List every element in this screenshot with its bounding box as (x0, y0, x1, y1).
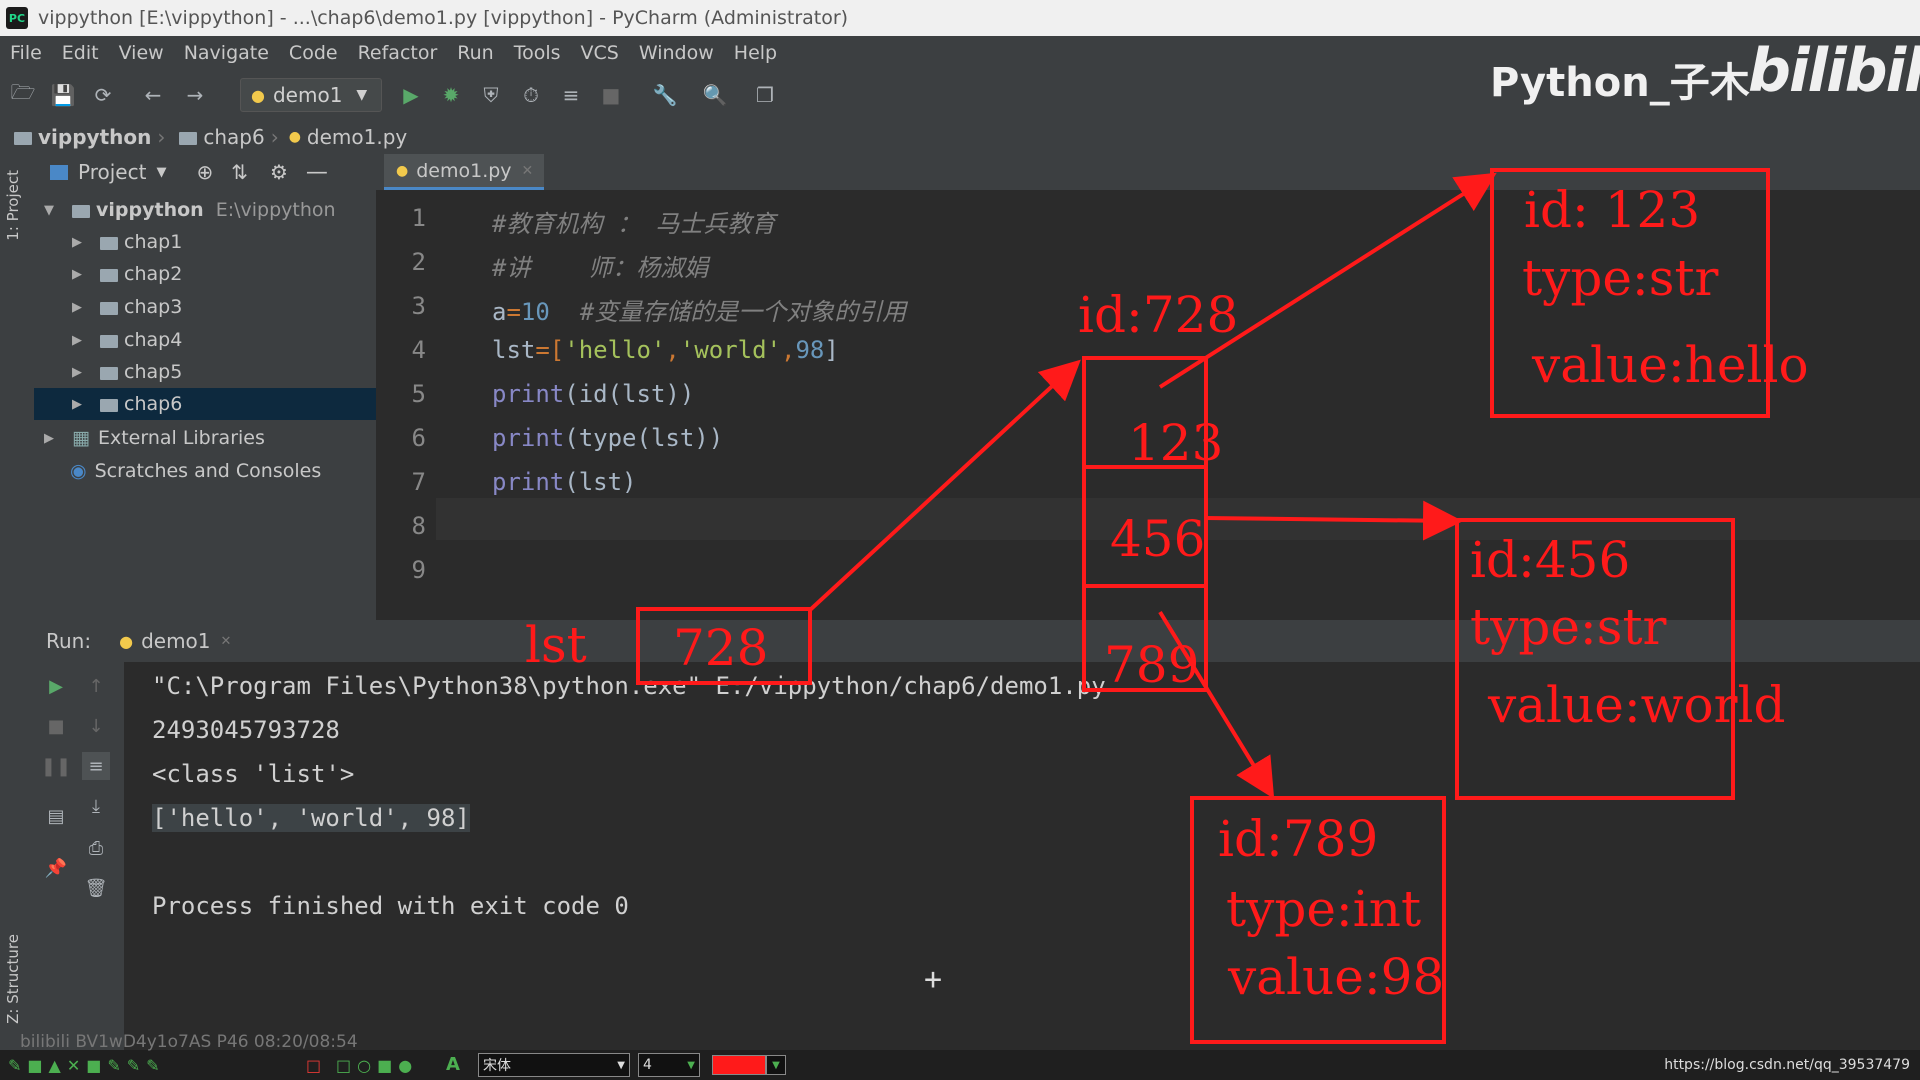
chevron-down-icon[interactable]: ▼ (766, 1055, 786, 1075)
object-id: id:789 (1218, 810, 1379, 868)
object-type: type:int (1226, 880, 1422, 938)
object-type: type:str (1470, 598, 1667, 656)
object-id: id: 123 (1524, 181, 1701, 239)
list-id-label: id:728 (1078, 286, 1239, 344)
object-type: type:str (1522, 249, 1719, 307)
video-overlay-text: bilibili BV1wD4y1o7AS P46 08:20/08:54 (20, 1032, 358, 1052)
font-select[interactable]: 宋体 ▼ (478, 1053, 630, 1077)
lst-label: lst (525, 616, 587, 674)
object-value: value:98 (1228, 948, 1445, 1006)
lst-value: 728 (673, 619, 769, 677)
object-id: id:456 (1470, 531, 1631, 589)
arrow-lst-to-list (808, 359, 1081, 612)
source-url-text: https://blog.csdn.net/qq_39537479 (1664, 1057, 1910, 1073)
shape-tools-icon[interactable]: □○■● (336, 1056, 418, 1075)
arrow-to-obj1 (1158, 172, 1497, 389)
font-select-value: 宋体 (483, 1058, 511, 1074)
size-select[interactable]: 4 ▼ (638, 1053, 700, 1077)
object-value: value:hello (1532, 336, 1809, 394)
chevron-down-icon: ▼ (687, 1059, 695, 1071)
list-cell: 456 (1110, 510, 1206, 568)
arrow-to-obj2 (1204, 500, 1463, 541)
rect-tool-icon[interactable]: □ (306, 1056, 321, 1075)
drawing-tools-icon[interactable]: ✎■▲✕■✎✎✎ (8, 1056, 166, 1075)
text-tool-icon[interactable]: A (446, 1054, 460, 1075)
chevron-down-icon: ▼ (617, 1059, 625, 1071)
object-value: value:world (1488, 676, 1786, 734)
size-select-value: 4 (643, 1057, 652, 1073)
list-cell: 789 (1104, 636, 1200, 694)
color-swatch[interactable] (712, 1055, 766, 1075)
bottom-bar: bilibili BV1wD4y1o7AS P46 08:20/08:54 ✎■… (0, 1032, 1920, 1080)
list-cell: 123 (1128, 414, 1224, 472)
